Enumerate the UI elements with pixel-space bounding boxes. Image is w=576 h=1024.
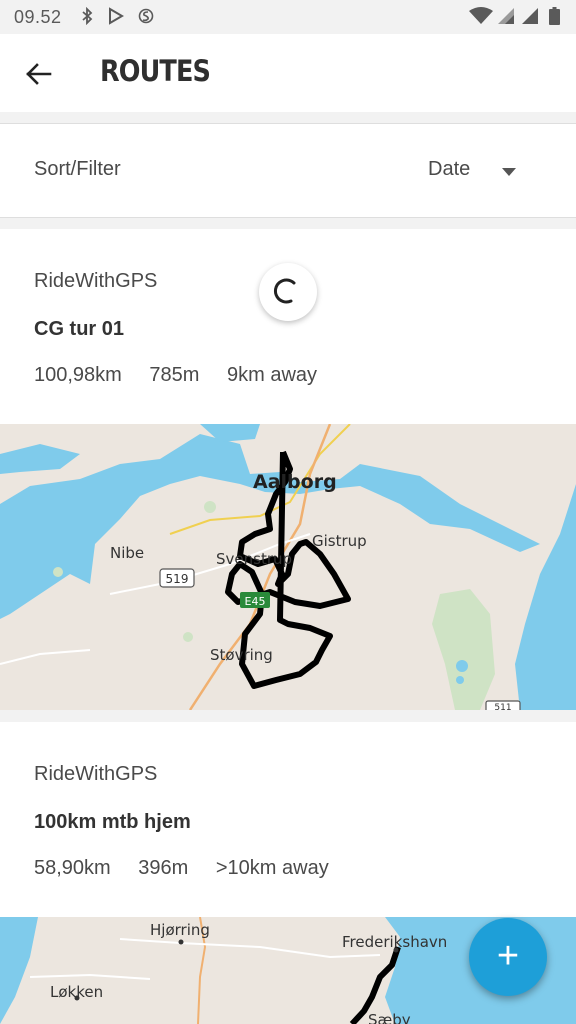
wifi-icon <box>468 7 494 30</box>
signal-icon-2 <box>521 7 539 30</box>
map-label-stovring: Støvring <box>210 646 273 664</box>
map-label-svenstrup: Svenstrup <box>216 550 292 568</box>
map-label-hjorring: Hjørring <box>150 921 210 939</box>
plus-icon: + <box>496 935 520 977</box>
battery-icon <box>549 7 560 30</box>
loading-spinner <box>259 263 317 321</box>
route-elevation: 785m <box>149 364 200 386</box>
route-source: RideWithGPS <box>34 763 158 785</box>
signal-icon <box>497 7 515 30</box>
arrow-left-icon <box>26 63 52 85</box>
map-label-511: 511 <box>494 703 511 710</box>
play-store-icon <box>108 7 124 30</box>
route-distance: 58,90km <box>34 857 111 879</box>
route-card[interactable]: RideWithGPS CG tur 01 100,98km 785m 9km … <box>0 229 576 424</box>
map-label-519: 519 <box>166 572 189 586</box>
route-distance: 100,98km <box>34 364 122 386</box>
map-label-gistrup: Gistrup <box>312 532 367 550</box>
app-bar: ROUTES <box>0 34 576 112</box>
route-source: RideWithGPS <box>34 270 158 292</box>
status-bar: 09.52 <box>0 0 576 34</box>
map-label-frederikshavn: Frederikshavn <box>342 933 447 951</box>
sort-filter-label[interactable]: Sort/Filter <box>34 158 121 181</box>
route-card[interactable]: RideWithGPS 100km mtb hjem 58,90km 396m … <box>0 722 576 917</box>
page-title: ROUTES <box>100 54 211 88</box>
spinner-icon <box>273 278 296 304</box>
route-proximity: 9km away <box>227 364 318 386</box>
sort-select[interactable]: Date <box>428 158 470 181</box>
back-button[interactable] <box>18 54 58 94</box>
map-label-lokken: Løkken <box>50 983 103 1001</box>
chevron-down-icon[interactable] <box>502 168 516 176</box>
status-time: 09.52 <box>14 7 62 27</box>
bluetooth-icon <box>80 6 94 30</box>
route-proximity: >10km away <box>215 857 329 879</box>
route-stats: 100,98km 785m 9km away <box>34 364 339 387</box>
map-label-nibe: Nibe <box>110 544 144 562</box>
sync-icon <box>138 7 154 30</box>
map-label-saeby: Sæby <box>368 1011 411 1024</box>
route-stats: 58,90km 396m >10km away <box>34 857 351 880</box>
route-map[interactable]: 519 E45 511 Aalborg Gistrup Nibe Svenstr… <box>0 424 576 710</box>
route-elevation: 396m <box>138 857 189 879</box>
route-name: 100km mtb hjem <box>34 811 191 833</box>
map-label-e45: E45 <box>245 595 266 608</box>
route-name: CG tur 01 <box>34 318 125 340</box>
sort-filter-bar: Sort/Filter Date <box>0 123 576 218</box>
add-route-button[interactable]: + <box>469 918 547 996</box>
map-label-aalborg: Aalborg <box>253 471 337 493</box>
